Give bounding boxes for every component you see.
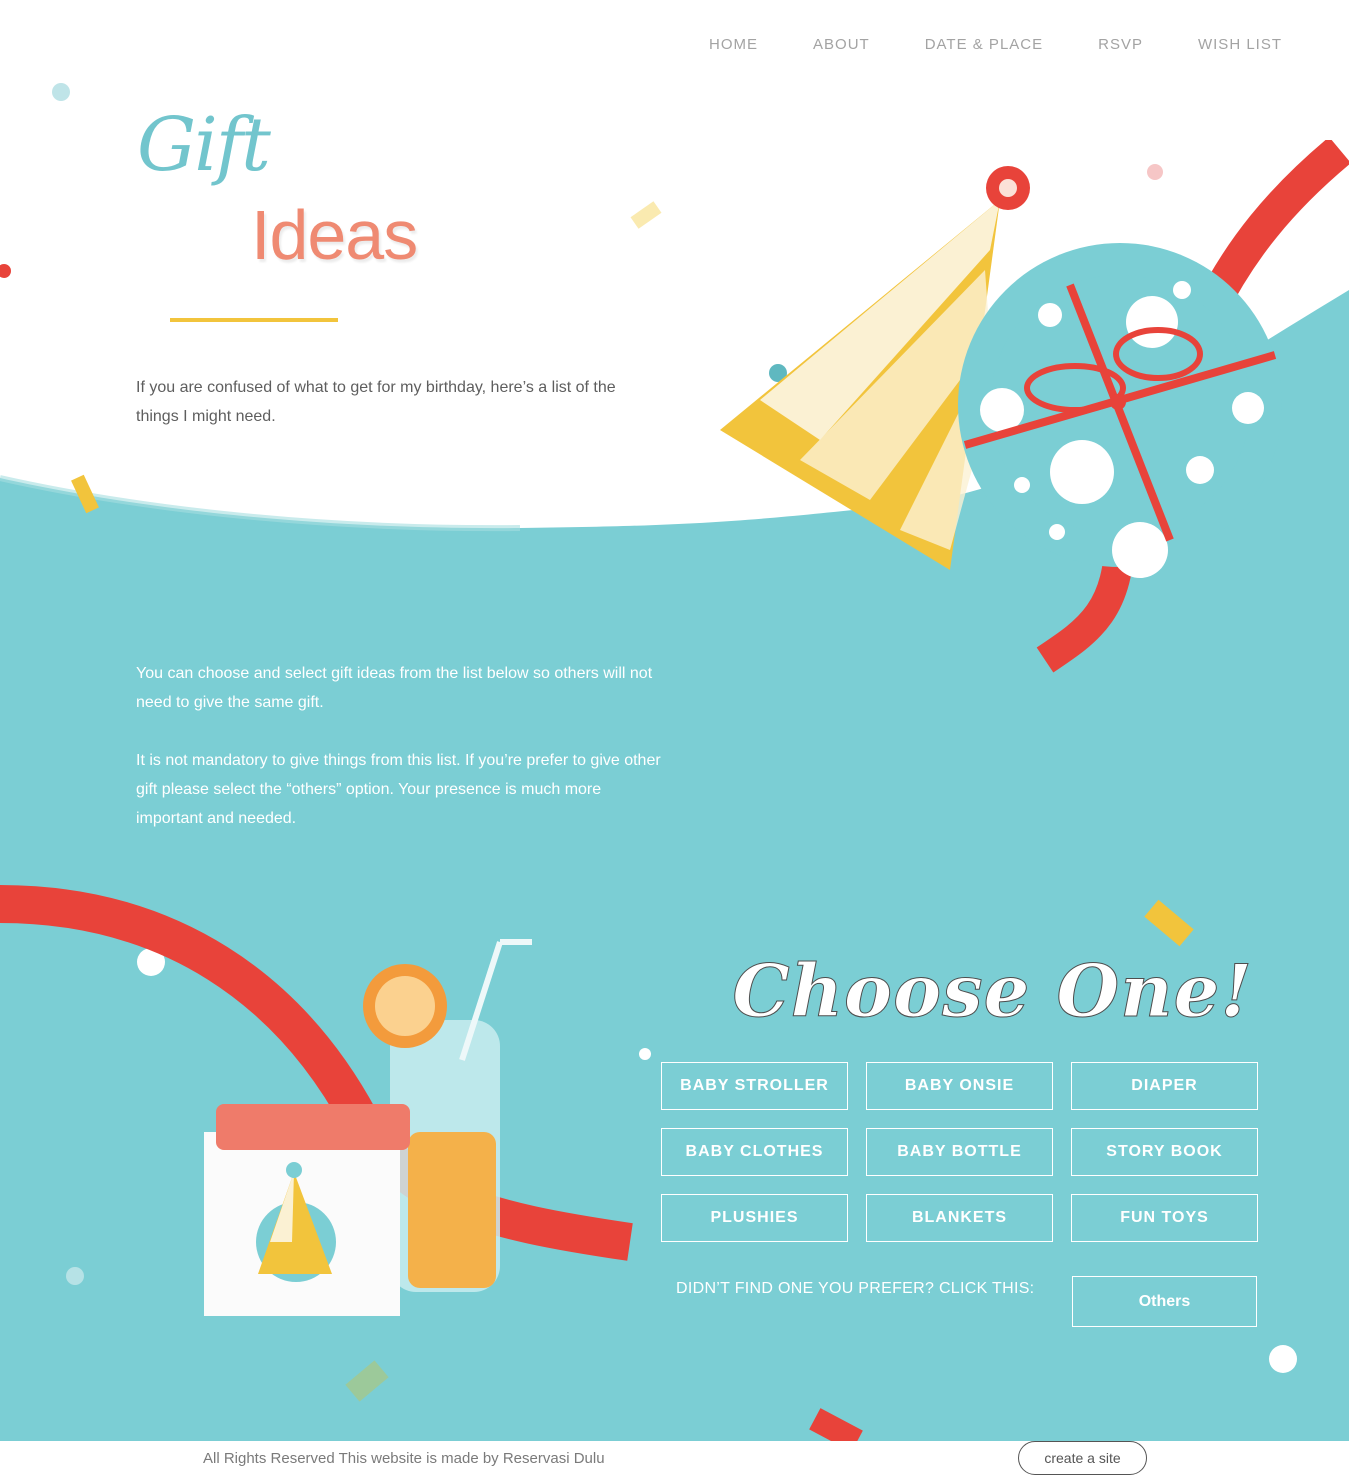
gift-option-blankets[interactable]: BLANKETS (866, 1194, 1053, 1242)
gift-option-baby-bottle[interactable]: BABY BOTTLE (866, 1128, 1053, 1176)
gift-option-story-book[interactable]: STORY BOOK (1071, 1128, 1258, 1176)
calendar-icon (204, 1104, 410, 1316)
others-button[interactable]: Others (1072, 1276, 1257, 1327)
gift-option-baby-stroller[interactable]: BABY STROLLER (661, 1062, 848, 1110)
gift-option-baby-onsie[interactable]: BABY ONSIE (866, 1062, 1053, 1110)
footer-copyright: All Rights Reserved This website is made… (203, 1450, 605, 1467)
instructions-paragraph-1: You can choose and select gift ideas fro… (136, 665, 653, 711)
choose-heading: Choose One! (732, 948, 1253, 1033)
title-script-gift: Gift (137, 102, 271, 188)
party-illustration (0, 885, 633, 1316)
gift-option-diaper[interactable]: DIAPER (1071, 1062, 1258, 1110)
gift-illustration (720, 140, 1349, 673)
gift-option-plushies[interactable]: PLUSHIES (661, 1194, 848, 1242)
gift-option-fun-toys[interactable]: FUN TOYS (1071, 1194, 1258, 1242)
create-site-button[interactable]: create a site (1018, 1441, 1147, 1475)
gift-option-baby-clothes[interactable]: BABY CLOTHES (661, 1128, 848, 1176)
title-underline (170, 318, 338, 322)
orange-slice-icon (363, 964, 447, 1048)
prefer-prompt: DIDN’T FIND ONE YOU PREFER? CLICK THIS: (676, 1280, 1035, 1297)
instructions-paragraph-2: It is not mandatory to give things from … (136, 752, 661, 827)
intro-text: If you are confused of what to get for m… (136, 379, 616, 425)
gift-box-icon (958, 243, 1282, 578)
page-title: Ideas (251, 196, 418, 274)
